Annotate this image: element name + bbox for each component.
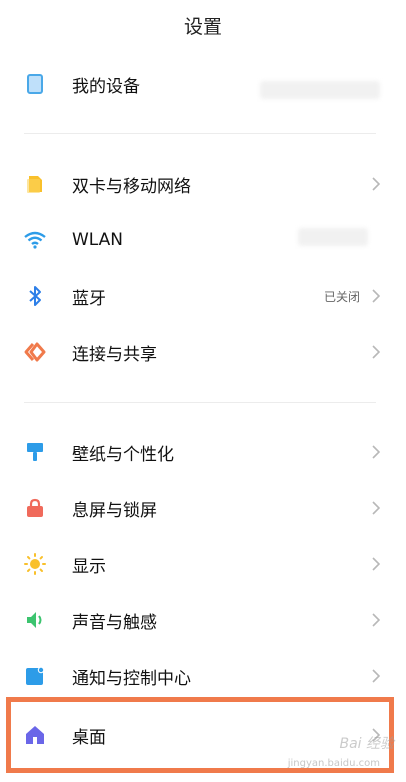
sim-card-icon — [24, 173, 46, 195]
settings-item-label: 显示 — [72, 556, 106, 577]
baidu-watermark: Bai 经验 — [339, 736, 394, 752]
blurred-device-name — [260, 81, 380, 99]
settings-item-display[interactable]: 显示 — [0, 540, 406, 588]
baidu-watermark-url: jingyan.baidu.com — [287, 758, 380, 769]
settings-item-label: 声音与触感 — [72, 612, 157, 633]
chevron-right-icon — [368, 288, 384, 304]
settings-item-connection-sharing[interactable]: 连接与共享 — [0, 328, 406, 376]
connection-share-icon — [24, 341, 46, 363]
chevron-right-icon — [368, 344, 384, 360]
settings-item-label: WLAN — [72, 230, 124, 250]
settings-item-label: 息屏与锁屏 — [72, 500, 157, 521]
settings-item-wlan[interactable]: WLAN — [0, 216, 406, 264]
settings-item-bluetooth[interactable]: 蓝牙 已关闭 — [0, 272, 406, 320]
settings-item-label: 双卡与移动网络 — [72, 176, 191, 197]
settings-item-label: 连接与共享 — [72, 344, 157, 365]
settings-item-label: 壁纸与个性化 — [72, 444, 174, 465]
divider — [24, 133, 376, 134]
chevron-right-icon — [368, 556, 384, 572]
chevron-right-icon — [368, 612, 384, 628]
settings-item-lock-screen[interactable]: 息屏与锁屏 — [0, 484, 406, 532]
chevron-right-icon — [368, 176, 384, 192]
blurred-wifi-name — [298, 228, 368, 246]
bluetooth-status: 已关闭 — [323, 289, 360, 304]
sun-icon — [24, 553, 46, 575]
lock-icon — [24, 497, 46, 519]
chevron-right-icon — [368, 444, 384, 460]
chevron-right-icon — [368, 668, 384, 684]
settings-item-wallpaper[interactable]: 壁纸与个性化 — [0, 428, 406, 476]
settings-item-label: 通知与控制中心 — [72, 668, 191, 689]
divider — [24, 402, 376, 403]
page-title: 设置 — [183, 16, 222, 38]
device-icon — [24, 73, 46, 95]
settings-item-sound[interactable]: 声音与触感 — [0, 596, 406, 644]
notification-icon — [24, 665, 46, 687]
wifi-icon — [24, 229, 46, 251]
bluetooth-icon — [24, 285, 46, 307]
speaker-icon — [24, 609, 46, 631]
wallpaper-brush-icon — [24, 441, 46, 463]
chevron-right-icon — [368, 500, 384, 516]
settings-item-label: 我的设备 — [72, 76, 140, 97]
settings-item-my-device[interactable]: 我的设备 — [0, 60, 406, 108]
settings-item-dual-sim[interactable]: 双卡与移动网络 — [0, 160, 406, 208]
settings-item-label: 蓝牙 — [72, 288, 106, 309]
settings-item-notifications[interactable]: 通知与控制中心 — [0, 652, 406, 700]
